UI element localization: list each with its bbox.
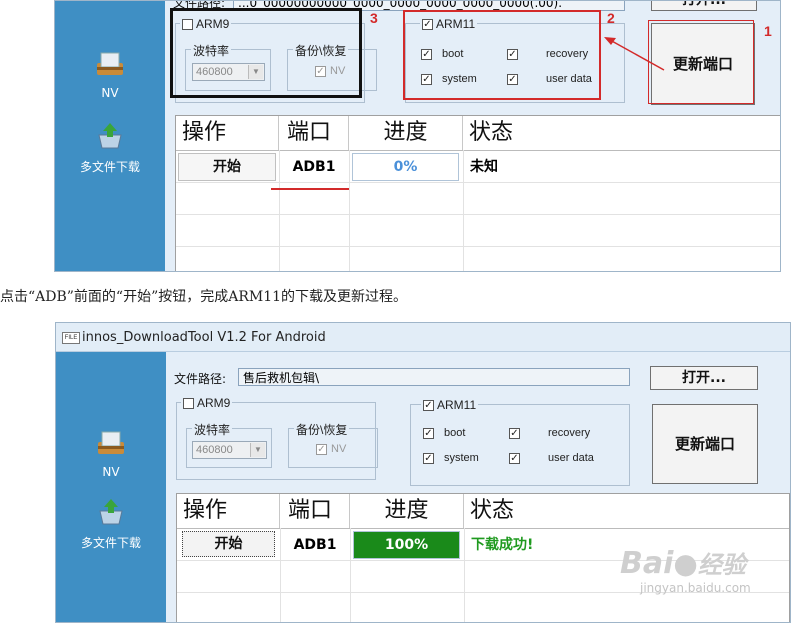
path-label: 文件路径: xyxy=(174,372,227,386)
user-data-label: user data xyxy=(548,452,594,464)
title-bar: FILE innos_DownloadTool V1.2 For Android xyxy=(56,323,790,352)
annotation-number-1: 1 xyxy=(764,23,772,39)
grid-line xyxy=(464,528,465,622)
recovery-option[interactable]: ✓ recovery xyxy=(509,427,590,439)
port-cell: ADB1 xyxy=(293,537,337,553)
progress-text: 100% xyxy=(384,537,429,553)
baud-value: 460800 xyxy=(196,444,233,456)
open-button[interactable]: 打开... xyxy=(651,1,757,11)
sidebar: NV 多文件下载 xyxy=(55,1,165,271)
header-port: 端口 xyxy=(280,494,350,528)
grid-line xyxy=(176,214,780,215)
grid-line xyxy=(176,246,780,247)
header-action: 操作 xyxy=(176,116,279,150)
nv-icon xyxy=(56,428,166,461)
status-cell: 下载成功! xyxy=(471,537,534,553)
sidebar-item-label: NV xyxy=(102,465,120,479)
watermark-brand: Bai xyxy=(620,546,674,581)
baidu-watermark: Bai●经验 jingyan.baidu.com xyxy=(620,545,800,595)
sidebar: NV 多文件下载 xyxy=(56,352,166,622)
grid-line xyxy=(176,150,780,151)
nv-option[interactable]: ✓ NV xyxy=(316,443,346,455)
header-port: 端口 xyxy=(279,116,349,150)
nv-label: NV xyxy=(331,443,347,455)
progress-text: 0% xyxy=(393,159,418,175)
window-title: innos_DownloadTool V1.2 For Android xyxy=(82,330,326,345)
refresh-port-button[interactable]: 更新端口 xyxy=(652,404,758,484)
header-status: 状态 xyxy=(469,120,514,145)
download-table: 操作 端口 进度 状态 开始 ADB1 0% 未知 xyxy=(175,115,780,271)
port-cell: ADB1 xyxy=(292,159,336,175)
multi-download-icon xyxy=(56,497,166,530)
nv-icon xyxy=(55,49,165,82)
sidebar-item-nv[interactable]: NV xyxy=(56,428,166,479)
arm11-label: ARM11 xyxy=(437,398,477,412)
app-logo-icon: FILE xyxy=(62,332,80,344)
instruction-caption: 点击“ADB”前面的“开始”按钮，完成ARM11的下载及更新过程。 xyxy=(0,289,408,305)
open-button[interactable]: 打开... xyxy=(650,366,758,390)
arm9-label: ARM9 xyxy=(197,396,231,410)
boot-option[interactable]: ✓ boot xyxy=(423,427,465,439)
arm11-legend: ✓ ARM11 xyxy=(421,398,479,412)
watermark-url: jingyan.baidu.com xyxy=(640,581,751,595)
watermark-logo: Bai●经验 xyxy=(620,545,800,581)
paw-icon: ● xyxy=(673,547,698,580)
annotation-number-3: 3 xyxy=(370,10,378,26)
arm9-legend: ARM9 xyxy=(181,396,233,410)
sidebar-item-multi-download[interactable]: 多文件下载 xyxy=(56,497,166,551)
arm11-group xyxy=(410,404,630,486)
boot-checkbox[interactable]: ✓ xyxy=(423,427,434,439)
header-status: 状态 xyxy=(470,498,515,523)
annotation-arrow xyxy=(604,37,665,71)
grid-line xyxy=(350,528,351,622)
system-option[interactable]: ✓ system xyxy=(423,452,479,464)
baud-label: 波特率 xyxy=(192,421,233,438)
sidebar-item-nv[interactable]: NV xyxy=(55,49,165,100)
start-button[interactable]: 开始 xyxy=(178,153,276,181)
status-cell: 未知 xyxy=(470,159,498,175)
annotation-box-2 xyxy=(403,10,601,100)
recovery-checkbox[interactable]: ✓ xyxy=(509,427,520,439)
boot-label: boot xyxy=(444,427,466,439)
grid-line xyxy=(463,150,464,271)
sidebar-item-label: NV xyxy=(101,86,119,100)
grid-line xyxy=(177,528,789,529)
sidebar-item-multi-download[interactable]: 多文件下载 xyxy=(55,121,165,175)
header-progress: 进度 xyxy=(349,116,463,150)
start-button[interactable]: 开始 xyxy=(182,531,275,557)
progress-cell: 100% xyxy=(353,531,460,559)
path-input[interactable]: 售后救机包辑\ xyxy=(238,368,630,386)
arm11-checkbox[interactable]: ✓ xyxy=(423,399,434,411)
system-checkbox[interactable]: ✓ xyxy=(423,452,434,464)
grid-line xyxy=(349,150,350,271)
chevron-down-icon: ▼ xyxy=(250,443,265,457)
user-data-checkbox[interactable]: ✓ xyxy=(509,452,520,464)
system-label: system xyxy=(444,452,479,464)
baud-select[interactable]: 460800 ▼ xyxy=(192,441,267,459)
sidebar-item-label: 多文件下载 xyxy=(80,536,141,550)
nv-checkbox[interactable]: ✓ xyxy=(316,443,327,455)
sidebar-item-label: 多文件下载 xyxy=(79,160,140,174)
backup-label: 备份\恢复 xyxy=(294,421,350,438)
annotation-box-3 xyxy=(170,8,362,98)
annotation-number-2: 2 xyxy=(607,10,615,26)
watermark-brand2: 经验 xyxy=(697,551,746,579)
port-underline xyxy=(271,188,349,190)
recovery-label: recovery xyxy=(548,427,591,439)
header-progress: 进度 xyxy=(350,494,464,528)
grid-line xyxy=(176,182,780,183)
arm9-checkbox[interactable] xyxy=(183,397,194,409)
header-action: 操作 xyxy=(177,494,280,528)
multi-download-icon xyxy=(55,121,165,154)
progress-cell: 0% xyxy=(352,153,459,181)
user-data-option[interactable]: ✓ user data xyxy=(509,452,594,464)
